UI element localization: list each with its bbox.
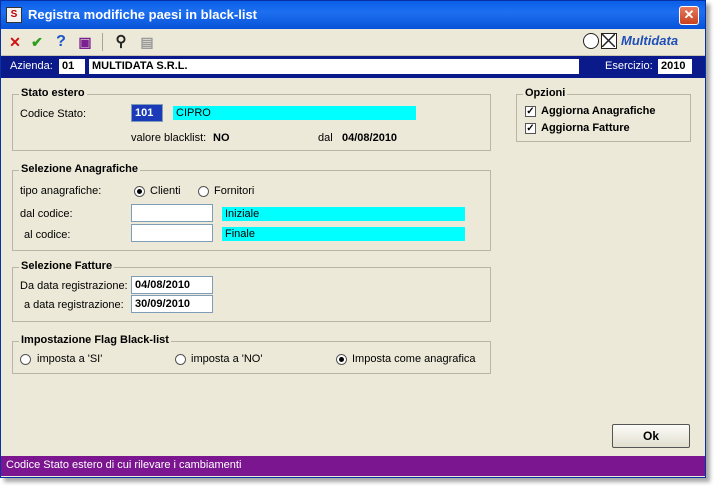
a-data-input[interactable]: 30/09/2010	[131, 295, 213, 313]
imposta-si-label: imposta a 'SI'	[37, 353, 103, 365]
da-data-label: Da data registrazione:	[20, 280, 128, 292]
a-data-label: a data registrazione:	[24, 299, 124, 311]
logo-box-icon	[601, 33, 617, 49]
al-codice-input[interactable]	[131, 224, 213, 242]
main-window: S Registra modifiche paesi in black-list…	[0, 0, 706, 478]
dal-value: 04/08/2010	[342, 132, 398, 144]
cancel-icon[interactable]: ✕	[6, 33, 24, 51]
aggiorna-anagrafiche-label: Aggiorna Anagrafiche	[541, 105, 656, 117]
dal-codice-label: dal codice:	[20, 208, 73, 220]
codice-stato-label: Codice Stato:	[20, 108, 87, 120]
fatture-title: Selezione Fatture	[19, 260, 115, 272]
aggiorna-fatture-checkbox[interactable]: ✓	[525, 123, 536, 134]
book-icon[interactable]: ▣	[76, 33, 94, 51]
esercizio-value: 2010	[658, 59, 692, 74]
dal-codice-input[interactable]	[131, 204, 213, 222]
dal-label: dal	[318, 132, 333, 144]
esercizio-label: Esercizio:	[605, 60, 653, 72]
imposta-no-label: imposta a 'NO'	[191, 353, 263, 365]
dal-codice-description: Iniziale	[222, 207, 465, 221]
tipo-anagrafiche-label: tipo anagrafiche:	[20, 185, 102, 197]
opzioni-title: Opzioni	[523, 87, 568, 99]
anagrafiche-title: Selezione Anagrafiche	[19, 163, 140, 175]
app-icon[interactable]: S	[6, 7, 22, 23]
aggiorna-anagrafiche-checkbox[interactable]: ✓	[525, 106, 536, 117]
imposta-si-radio[interactable]	[20, 354, 31, 365]
close-button[interactable]: ✕	[679, 6, 699, 25]
fornitori-label: Fornitori	[214, 185, 255, 197]
valore-blacklist-label: valore blacklist:	[131, 132, 207, 144]
confirm-icon[interactable]: ✔	[28, 33, 46, 51]
window-title: Registra modifiche paesi in black-list	[28, 7, 258, 22]
clienti-radio[interactable]	[134, 186, 145, 197]
aggiorna-fatture-label: Aggiorna Fatture	[541, 122, 630, 134]
help-icon[interactable]: ?	[52, 33, 70, 51]
azienda-label: Azienda:	[10, 60, 53, 72]
stato-estero-title: Stato estero	[19, 87, 87, 99]
binoculars-icon[interactable]: ⚲	[112, 33, 130, 51]
al-codice-label: al codice:	[24, 229, 71, 241]
status-bar: Codice Stato estero di cui rilevare i ca…	[1, 456, 705, 476]
title-bar[interactable]: S Registra modifiche paesi in black-list…	[1, 1, 705, 29]
print-preview-icon: ▤	[140, 34, 154, 50]
stato-estero-group: Stato estero	[12, 87, 491, 151]
fornitori-radio[interactable]	[198, 186, 209, 197]
company-bar: Azienda: 01 MULTIDATA S.R.L. Esercizio: …	[1, 56, 705, 78]
multidata-logo: Multidata	[583, 31, 695, 53]
valore-blacklist-value: NO	[213, 132, 230, 144]
imposta-anagrafica-label: Imposta come anagrafica	[352, 353, 476, 365]
fatture-group: Selezione Fatture	[12, 260, 491, 322]
opzioni-group: Opzioni	[516, 87, 691, 142]
al-codice-description: Finale	[222, 227, 465, 241]
logo-text: Multidata	[621, 33, 679, 48]
toolbar-separator	[102, 33, 103, 51]
codice-stato-input[interactable]: 101	[131, 104, 163, 122]
ok-button[interactable]: Ok	[612, 424, 690, 448]
azienda-code: 01	[59, 59, 85, 74]
flag-title: Impostazione Flag Black-list	[19, 334, 171, 346]
logo-circle-icon	[583, 33, 599, 49]
clienti-label: Clienti	[150, 185, 181, 197]
imposta-anagrafica-radio[interactable]	[336, 354, 347, 365]
paese-name: CIPRO	[173, 106, 416, 120]
azienda-name: MULTIDATA S.R.L.	[89, 59, 579, 74]
da-data-input[interactable]: 04/08/2010	[131, 276, 213, 294]
imposta-no-radio[interactable]	[175, 354, 186, 365]
